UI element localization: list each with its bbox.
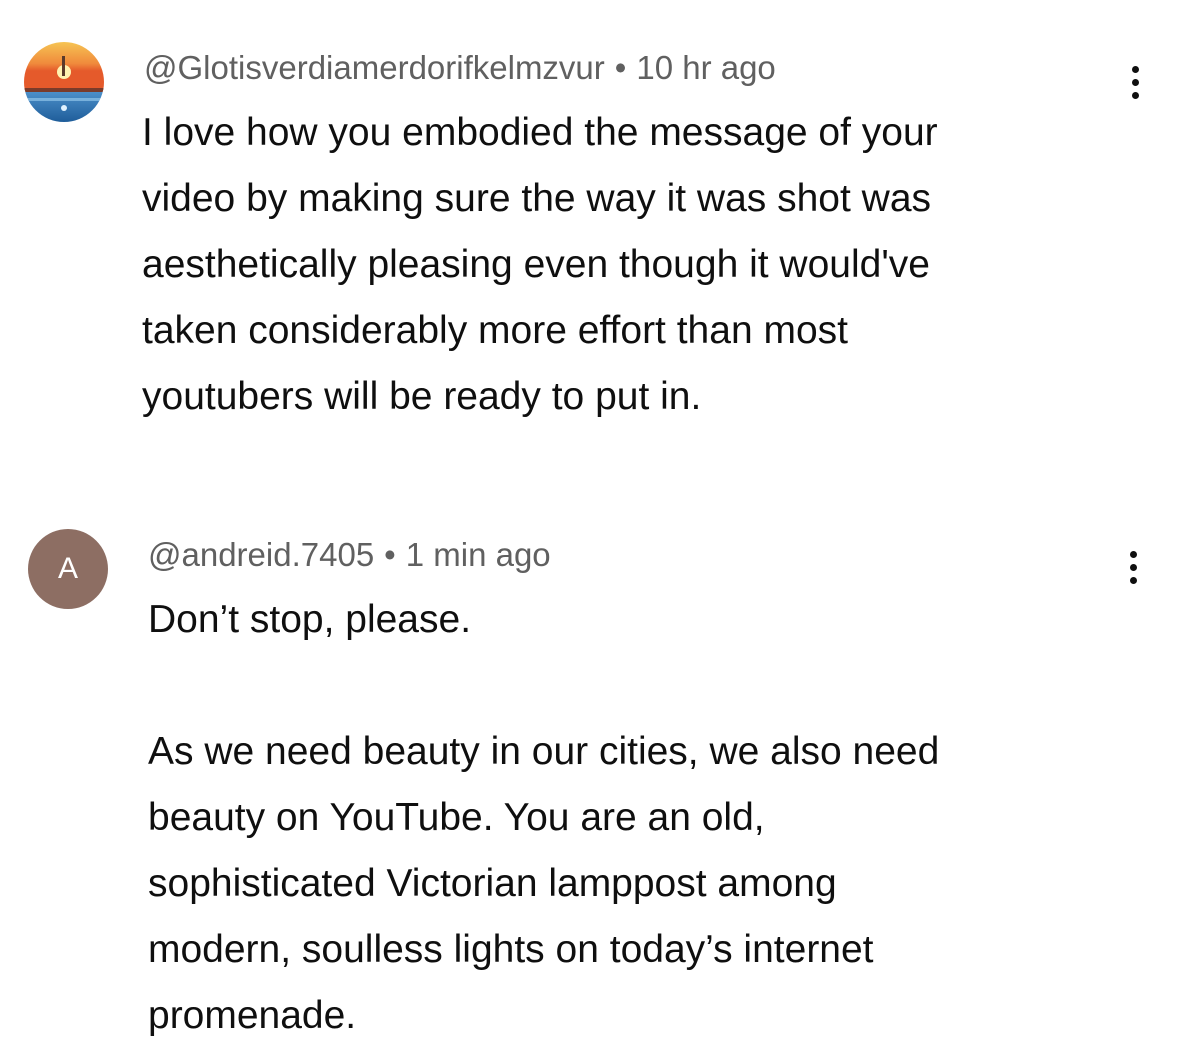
comment-meta: @andreid.7405 • 1 min ago	[148, 535, 551, 575]
more-vertical-icon	[1131, 65, 1139, 73]
comment-thread-item: @Glotisverdiamerdorifkelmzvur • 10 hr ago …	[0, 0, 1200, 470]
comment-text: Don’t stop, please. As we need beauty in…	[148, 598, 940, 1037]
comment-author[interactable]: @andreid.7405	[148, 536, 374, 573]
user-avatar[interactable]	[24, 42, 104, 122]
comment-action-menu-button[interactable]	[1113, 537, 1153, 597]
user-avatar[interactable]: A	[28, 529, 108, 609]
avatar-letter: A	[57, 552, 78, 585]
meta-separator: •	[384, 536, 396, 573]
comment-action-menu-button[interactable]	[1115, 52, 1155, 112]
comment-thread-item: A @andreid.7405 • 1 min ago Don’t stop, pl…	[0, 505, 1200, 1060]
comment-timestamp[interactable]: 10 hr ago	[636, 49, 775, 86]
comment-author[interactable]: @Glotisverdiamerdorifkelmzvur	[144, 49, 605, 86]
comment-text: I love how you embodied the message of y…	[142, 111, 938, 418]
more-vertical-icon	[1129, 563, 1137, 571]
sunset-landscape-avatar-icon	[24, 42, 104, 122]
more-vertical-icon	[1129, 550, 1137, 558]
more-vertical-icon	[1131, 91, 1139, 99]
more-vertical-icon	[1131, 78, 1139, 86]
more-vertical-icon	[1129, 576, 1137, 584]
comment-meta: @Glotisverdiamerdorifkelmzvur • 10 hr ago	[144, 48, 776, 88]
meta-separator: •	[614, 49, 627, 86]
comment-timestamp[interactable]: 1 min ago	[406, 536, 551, 573]
